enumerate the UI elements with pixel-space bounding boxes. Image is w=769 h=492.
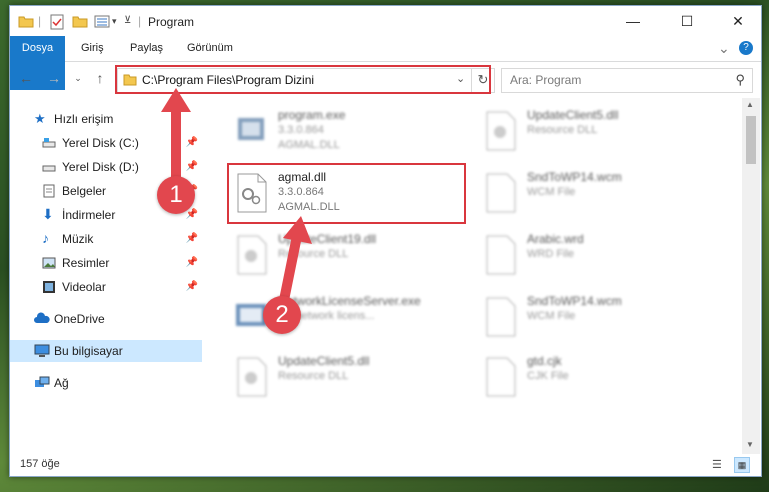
network-icon (34, 376, 50, 390)
ribbon-collapse-icon[interactable]: ⌄ (718, 36, 730, 61)
list-item[interactable]: UpdateClient5.dll Resource DLL (481, 106, 711, 160)
exe-icon (234, 110, 268, 152)
list-item[interactable]: gtd.cjk CJK File (481, 352, 711, 406)
search-placeholder: Ara: Program (510, 73, 582, 87)
computer-icon (34, 344, 50, 358)
sidebar-item-quick-access[interactable]: ★ Hızlı erişim (10, 108, 202, 130)
sidebar-item-local-disk-c[interactable]: Yerel Disk (C:) 📌 (10, 132, 202, 154)
maximize-button[interactable]: ☐ (664, 6, 710, 36)
status-bar: 157 öğe ☰ ▦ (10, 454, 761, 476)
step-marker-1: 1 (157, 176, 195, 214)
back-arrow-icon[interactable]: ← (16, 70, 36, 86)
list-item[interactable]: Arabic.wrd WRD File (481, 230, 711, 284)
sidebar-item-music[interactable]: ♪ Müzik 📌 (10, 228, 202, 250)
dll-gear-icon (483, 110, 517, 152)
star-icon: ★ (34, 111, 46, 126)
customize-qa-icon[interactable]: ⊻ (124, 15, 131, 31)
file-icon (483, 234, 517, 276)
pictures-icon (42, 256, 56, 270)
drive-icon (42, 136, 56, 150)
music-icon: ♪ (42, 230, 49, 246)
downloads-icon: ⬇ (42, 206, 54, 222)
tab-view[interactable]: Görünüm (187, 36, 233, 61)
close-button[interactable]: ✕ (715, 6, 761, 36)
properties-icon[interactable] (50, 14, 64, 30)
file-icon (483, 356, 517, 398)
search-icon: ⚲ (735, 72, 745, 87)
step-marker-2: 2 (263, 296, 301, 334)
file-icon (483, 172, 517, 214)
sidebar-item-local-disk-d[interactable]: Yerel Disk (D:) 📌 (10, 156, 202, 178)
file-icon (483, 296, 517, 338)
pin-icon: 📌 (185, 137, 198, 148)
list-item[interactable]: UpdateClient5.dll Resource DLL (232, 352, 462, 406)
documents-icon (42, 184, 56, 198)
tab-share[interactable]: Paylaş (130, 36, 163, 61)
search-input[interactable]: Ara: Program ⚲ (501, 68, 753, 93)
sidebar-item-network[interactable]: Ağ (10, 372, 202, 394)
sidebar-item-videos[interactable]: Videolar 📌 (10, 276, 202, 298)
new-folder-icon[interactable] (72, 14, 88, 30)
videos-icon (42, 280, 56, 294)
dropdown-icon[interactable]: ▾ (112, 16, 117, 32)
help-icon[interactable]: ? (739, 41, 753, 55)
scrollbar-thumb[interactable] (746, 116, 756, 164)
vertical-scrollbar[interactable]: ▲ ▼ (742, 98, 760, 454)
minimize-button[interactable]: — (610, 6, 656, 36)
sidebar-item-this-pc[interactable]: Bu bilgisayar (10, 340, 202, 362)
large-icons-view-icon[interactable]: ▦ (734, 457, 750, 473)
list-item[interactable]: SndToWP14.wcm WCM File (481, 292, 711, 346)
dll-gear-icon (234, 356, 268, 398)
view-icon[interactable] (94, 14, 110, 30)
file-highlight-box (227, 163, 466, 224)
tab-home[interactable]: Giriş (81, 36, 104, 61)
sidebar-item-pictures[interactable]: Resimler 📌 (10, 252, 202, 274)
sidebar-item-onedrive[interactable]: OneDrive (10, 308, 202, 330)
recent-locations-icon[interactable]: ⌄ (68, 73, 88, 84)
title-bar: | ▾ ⊻ | Program — ☐ ✕ (10, 6, 761, 36)
cloud-icon (34, 312, 50, 326)
navigation-pane: ★ Hızlı erişim Yerel Disk (C:) 📌 Yerel D… (10, 98, 204, 450)
list-item[interactable]: program.exe 3.3.0.864 AGMAL.DLL (232, 106, 462, 160)
address-highlight-box (115, 65, 491, 94)
folder-icon[interactable] (18, 14, 34, 30)
pin-icon: 📌 (185, 257, 198, 268)
item-count: 157 öğe (20, 458, 60, 470)
pin-icon: 📌 (185, 233, 198, 244)
scroll-down-icon[interactable]: ▼ (746, 440, 754, 449)
file-list: program.exe 3.3.0.864 AGMAL.DLL UpdateCl… (206, 98, 741, 450)
dll-gear-icon (234, 234, 268, 276)
pin-icon: 📌 (185, 161, 198, 172)
up-arrow-icon[interactable]: ↑ (90, 70, 110, 86)
window-title: Program (148, 15, 195, 29)
drive-icon (42, 160, 56, 174)
details-view-icon[interactable]: ☰ (712, 458, 722, 471)
forward-arrow-icon[interactable]: → (44, 70, 64, 86)
scroll-up-icon[interactable]: ▲ (746, 100, 754, 109)
list-item[interactable]: SndToWP14.wcm WCM File (481, 168, 711, 222)
pin-icon: 📌 (185, 209, 198, 220)
pin-icon: 📌 (185, 281, 198, 292)
list-item[interactable]: UpdateClient19.dll Resource DLL (232, 230, 462, 284)
ribbon-tabs: Dosya Giriş Paylaş Görünüm ⌄ ? (10, 36, 761, 90)
